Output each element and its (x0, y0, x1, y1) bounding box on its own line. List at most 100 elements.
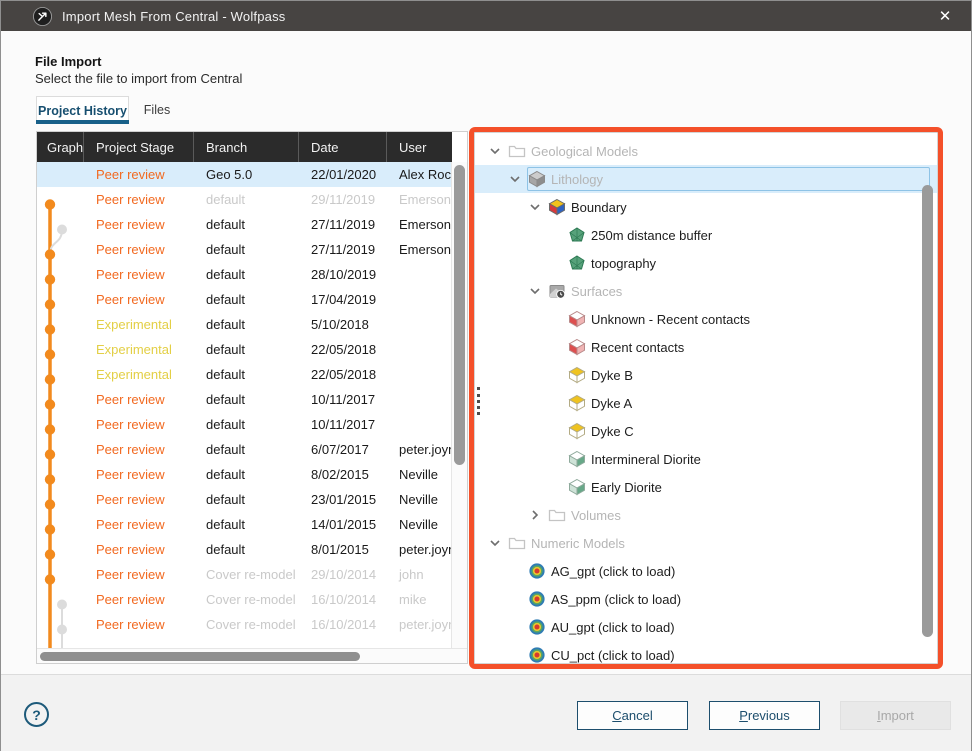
folder-icon (548, 506, 566, 524)
table-hscroll-thumb[interactable] (40, 652, 360, 661)
table-vertical-scrollbar[interactable] (451, 162, 467, 648)
chevron-down-icon[interactable] (527, 199, 543, 215)
column-header-date[interactable]: Date (299, 132, 387, 162)
table-row[interactable]: Peer reviewGeo 5.022/01/2020Alex Rock (37, 162, 452, 187)
chevron-right-icon[interactable] (527, 507, 543, 523)
cell-val: 8/01/2015 (299, 542, 387, 557)
cell-val: default (194, 517, 299, 532)
panel-splitter-handle[interactable] (476, 387, 480, 415)
tree-item-unknown-recent-contacts[interactable]: Unknown - Recent contacts (475, 305, 937, 333)
table-horizontal-scrollbar[interactable] (37, 648, 452, 663)
tree-item-label: Recent contacts (591, 340, 684, 355)
tree-item-lithology[interactable]: Lithology (475, 165, 937, 193)
cell-val: peter.joynt (387, 617, 452, 632)
chevron-down-icon[interactable] (487, 143, 503, 159)
cell-val: 28/10/2019 (299, 267, 387, 282)
table-row[interactable]: Peer reviewCover re-model16/10/2014peter… (37, 612, 452, 637)
cell-val: Cover re-model (194, 617, 299, 632)
column-header-branch[interactable]: Branch (194, 132, 299, 162)
table-row[interactable]: Peer reviewdefault10/11/2017 (37, 412, 452, 437)
tree-item-volumes[interactable]: Volumes (475, 501, 937, 529)
cell-val: 27/11/2019 (299, 242, 387, 257)
tree-item-topography[interactable]: topography (475, 249, 937, 277)
cube-red-icon (568, 338, 586, 356)
column-header-project-stage[interactable]: Project Stage (84, 132, 194, 162)
tree-item-boundary[interactable]: Boundary (475, 193, 937, 221)
cell-val: Emerson C (387, 217, 452, 232)
tree-item-recent-contacts[interactable]: Recent contacts (475, 333, 937, 361)
table-row[interactable]: Peer reviewdefault17/04/2019 (37, 287, 452, 312)
titlebar: Import Mesh From Central - Wolfpass ✕ (1, 1, 971, 31)
column-header-graph[interactable]: Graph (37, 132, 84, 162)
tree-item-cu-pct-click-to-load[interactable]: CU_pct (click to load) (475, 641, 937, 664)
table-row[interactable]: Experimentaldefault5/10/2018 (37, 312, 452, 337)
table-row[interactable]: Peer reviewdefault28/10/2019 (37, 262, 452, 287)
chevron-spacer (547, 339, 563, 355)
tree-item-label: Volumes (571, 508, 621, 523)
cell-stage: Peer review (84, 492, 194, 507)
tree-item-early-diorite[interactable]: Early Diorite (475, 473, 937, 501)
tree-item-au-gpt-click-to-load[interactable]: AU_gpt (click to load) (475, 613, 937, 641)
table-row[interactable]: Peer reviewdefault14/01/2015Neville (37, 512, 452, 537)
tab-files[interactable]: Files (129, 96, 185, 124)
cell-val: default (194, 342, 299, 357)
tree-item-label: CU_pct (click to load) (551, 648, 675, 663)
chevron-down-icon[interactable] (507, 171, 523, 187)
tree-item-geological-models[interactable]: Geological Models (475, 137, 937, 165)
table-row[interactable]: Peer reviewdefault29/11/2019Emerson C (37, 187, 452, 212)
cell-stage: Experimental (84, 317, 194, 332)
cell-stage: Peer review (84, 517, 194, 532)
cube-yellow-icon (568, 366, 586, 384)
chevron-down-icon[interactable] (527, 283, 543, 299)
table-row[interactable]: Peer reviewdefault23/01/2015Neville (37, 487, 452, 512)
page-subtitle: Select the file to import from Central (35, 71, 242, 86)
tree-item-intermineral-diorite[interactable]: Intermineral Diorite (475, 445, 937, 473)
tree-item-numeric-models[interactable]: Numeric Models (475, 529, 937, 557)
tree-item-label: AG_gpt (click to load) (551, 564, 675, 579)
window-title: Import Mesh From Central - Wolfpass (62, 9, 285, 24)
table-row[interactable]: Peer reviewdefault6/07/2017peter.joynt (37, 437, 452, 462)
tree-item-label: AS_ppm (click to load) (551, 592, 681, 607)
column-header-user[interactable]: User (387, 132, 452, 162)
cube-yellow-icon (568, 422, 586, 440)
table-vscroll-thumb[interactable] (454, 165, 465, 465)
tree-item-ag-gpt-click-to-load[interactable]: AG_gpt (click to load) (475, 557, 937, 585)
tree-item-dyke-b[interactable]: Dyke B (475, 361, 937, 389)
surface-clock-icon (548, 282, 566, 300)
cell-val: 16/10/2014 (299, 617, 387, 632)
cell-val: john (387, 567, 452, 582)
cell-stage: Peer review (84, 167, 194, 182)
table-row[interactable]: Peer reviewdefault8/01/2015peter.joynt (37, 537, 452, 562)
table-row[interactable]: Peer reviewCover re-model29/10/2014john (37, 562, 452, 587)
help-icon[interactable]: ? (24, 702, 49, 727)
chevron-spacer (547, 451, 563, 467)
cell-val: default (194, 392, 299, 407)
chevron-spacer (507, 563, 523, 579)
chevron-down-icon[interactable] (487, 535, 503, 551)
previous-button[interactable]: Previous (709, 701, 820, 730)
tree-vscroll-thumb[interactable] (922, 185, 933, 637)
table-row[interactable]: Experimentaldefault22/05/2018 (37, 337, 452, 362)
chevron-spacer (547, 227, 563, 243)
table-row[interactable]: Peer reviewdefault10/11/2017 (37, 387, 452, 412)
tree-vertical-scrollbar[interactable] (921, 133, 934, 663)
table-row[interactable]: Peer reviewdefault27/11/2019Emerson C (37, 237, 452, 262)
chevron-spacer (507, 647, 523, 663)
cell-val: default (194, 417, 299, 432)
cancel-button[interactable]: Cancel (577, 701, 688, 730)
tree-item-as-ppm-click-to-load[interactable]: AS_ppm (click to load) (475, 585, 937, 613)
tree-item-dyke-c[interactable]: Dyke C (475, 417, 937, 445)
cell-val: 27/11/2019 (299, 217, 387, 232)
cell-val: 16/10/2014 (299, 592, 387, 607)
cell-val: 5/10/2018 (299, 317, 387, 332)
table-row[interactable]: Peer reviewdefault27/11/2019Emerson C (37, 212, 452, 237)
tree-item-surfaces[interactable]: Surfaces (475, 277, 937, 305)
cell-val: default (194, 217, 299, 232)
tree-item-dyke-a[interactable]: Dyke A (475, 389, 937, 417)
table-row[interactable]: Experimentaldefault22/05/2018 (37, 362, 452, 387)
close-icon[interactable]: ✕ (927, 1, 963, 31)
table-row[interactable]: Peer reviewCover re-model16/10/2014mike (37, 587, 452, 612)
table-row[interactable]: Peer reviewdefault8/02/2015Neville (37, 462, 452, 487)
tree-item-250m-distance-buffer[interactable]: 250m distance buffer (475, 221, 937, 249)
cell-val: mike (387, 592, 452, 607)
